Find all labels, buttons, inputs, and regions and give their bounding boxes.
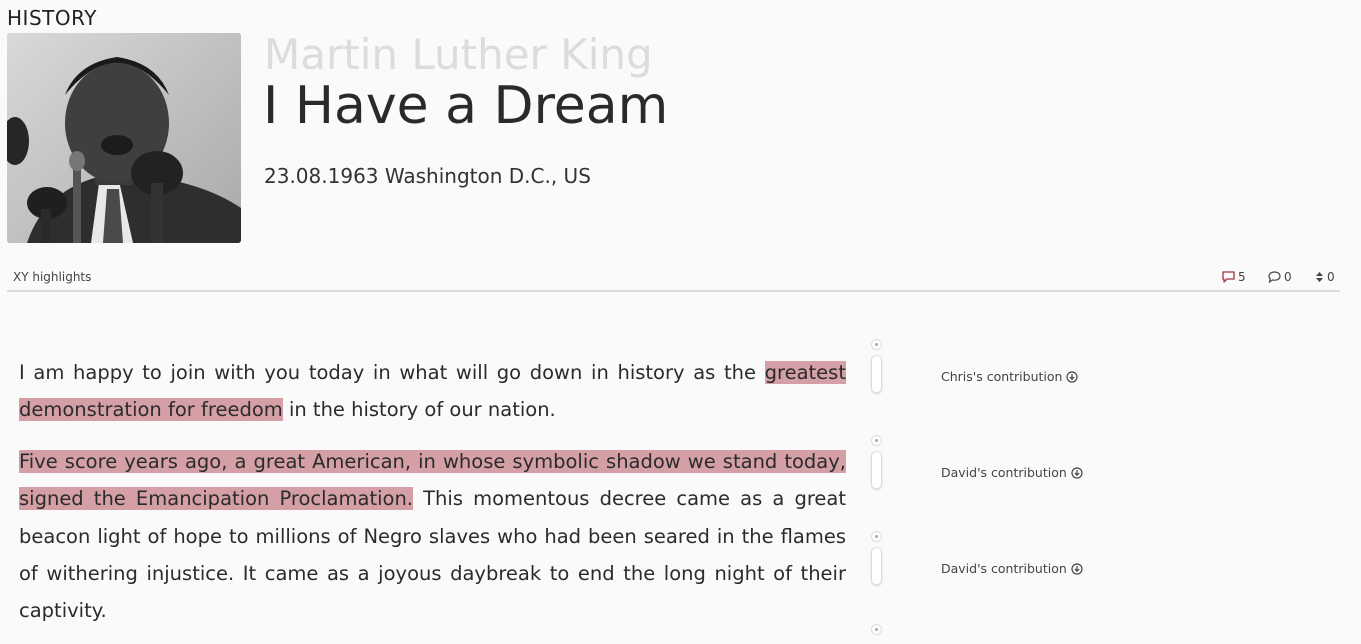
category-label: HISTORY <box>7 6 97 30</box>
highlight-marker[interactable] <box>871 339 882 393</box>
marker-bar[interactable] <box>871 547 882 585</box>
contribution-link[interactable]: Chris's contribution <box>941 369 1079 384</box>
comments-count-value: 5 <box>1238 270 1246 284</box>
comment-icon <box>1222 271 1235 283</box>
arrow-down-circle-icon <box>1071 466 1083 479</box>
contribution-label: Chris's contribution <box>941 369 1063 384</box>
replies-count[interactable]: 0 <box>1268 270 1292 284</box>
comments-count[interactable]: 5 <box>1222 270 1246 284</box>
highlights-label: XY highlights <box>13 270 92 284</box>
contribution-link[interactable]: David's contribution <box>941 465 1083 480</box>
speech-text: I am happy to join with you today in wha… <box>19 354 846 644</box>
marker-handle[interactable] <box>871 339 882 350</box>
sort-arrows-icon <box>1316 272 1323 282</box>
paragraph: I am happy to join with you today in wha… <box>19 354 846 429</box>
author-name: Martin Luther King <box>264 30 653 79</box>
page-title: I Have a Dream <box>263 76 669 136</box>
chat-bubble-icon <box>1268 271 1281 283</box>
contribution-link[interactable]: David's contribution <box>941 561 1083 576</box>
replies-count-value: 0 <box>1284 270 1292 284</box>
marker-handle[interactable] <box>871 435 882 446</box>
highlights-toolbar: XY highlights 5 0 0 <box>7 264 1340 292</box>
speaker-portrait <box>7 33 241 243</box>
portrait-image <box>7 33 241 243</box>
paragraph-text: in the history of our nation. <box>282 398 556 422</box>
arrow-down-circle-icon <box>1066 370 1079 383</box>
votes-count[interactable]: 0 <box>1315 270 1335 284</box>
highlight-marker[interactable] <box>871 435 882 489</box>
contribution-label: David's contribution <box>941 561 1067 576</box>
highlight-marker[interactable] <box>871 531 882 585</box>
marker-bar[interactable] <box>871 355 882 393</box>
paragraph: Five score years ago, a great American, … <box>19 443 846 630</box>
date-location: 23.08.1963 Washington D.C., US <box>264 164 591 188</box>
contribution-label: David's contribution <box>941 465 1067 480</box>
votes-count-value: 0 <box>1327 270 1335 284</box>
paragraph-text: I am happy to join with you today in wha… <box>19 361 765 384</box>
arrow-down-circle-icon <box>1071 562 1083 575</box>
marker-bar[interactable] <box>871 451 882 489</box>
marker-handle[interactable] <box>871 531 882 542</box>
